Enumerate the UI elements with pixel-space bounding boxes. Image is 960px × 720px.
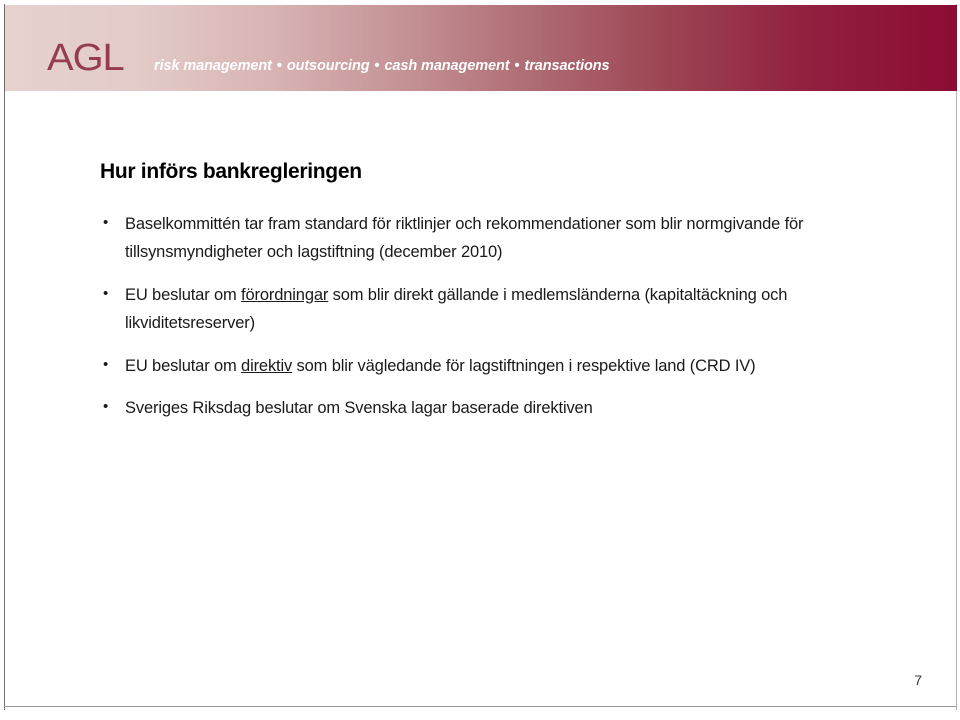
- bullet-text-run: EU beslutar om: [125, 356, 242, 375]
- tagline-item: risk management: [154, 58, 272, 74]
- slide-content: Hur införs bankregleringen Baselkommitté…: [100, 160, 890, 436]
- slide-border-left: [4, 4, 5, 710]
- emphasis-term: förordningar: [241, 285, 329, 304]
- header-content: AGL risk management • outsourcing • cash man…: [5, 39, 957, 91]
- bullet-text-run: Sveriges Riksdag beslutar om Svenska lag…: [125, 398, 593, 417]
- tagline-separator-dot: •: [276, 58, 282, 74]
- slide-border-right: [956, 4, 957, 710]
- bullet-text-run: som blir vägledande för lagstiftningen i…: [292, 356, 756, 375]
- agl-logo: AGL: [47, 37, 125, 79]
- tagline-separator-dot: •: [514, 58, 520, 74]
- header-banner: AGL risk management • outsourcing • cash man…: [5, 5, 957, 91]
- tagline-item: transactions: [524, 58, 610, 74]
- page-title: Hur införs bankregleringen: [100, 160, 362, 183]
- emphasis-term: direktiv: [241, 356, 293, 375]
- bullet-riksdag: Sveriges Riksdag beslutar om Svenska lag…: [100, 394, 890, 422]
- slide: AGL risk management • outsourcing • cash man…: [0, 0, 960, 720]
- bullet-text-run: Baselkommittén tar fram standard för rik…: [125, 215, 804, 262]
- tagline-item: cash management: [384, 58, 510, 74]
- bullet-list: Baselkommittén tar fram standard för rik…: [100, 210, 890, 422]
- bullet-direktiv: EU beslutar om direktiv som blir vägleda…: [100, 352, 890, 380]
- tagline-separator-dot: •: [374, 58, 380, 74]
- page-number: 7: [914, 672, 922, 688]
- slide-border-bottom: [4, 706, 957, 707]
- bullet-forordningar: EU beslutar om förordningar som blir dir…: [100, 281, 890, 338]
- bullet-text-run: EU beslutar om: [125, 285, 242, 304]
- tagline-item: outsourcing: [286, 58, 370, 74]
- bullet-baselkommitten: Baselkommittén tar fram standard för rik…: [100, 210, 890, 267]
- header-tagline: risk management • outsourcing • cash managem…: [154, 58, 610, 74]
